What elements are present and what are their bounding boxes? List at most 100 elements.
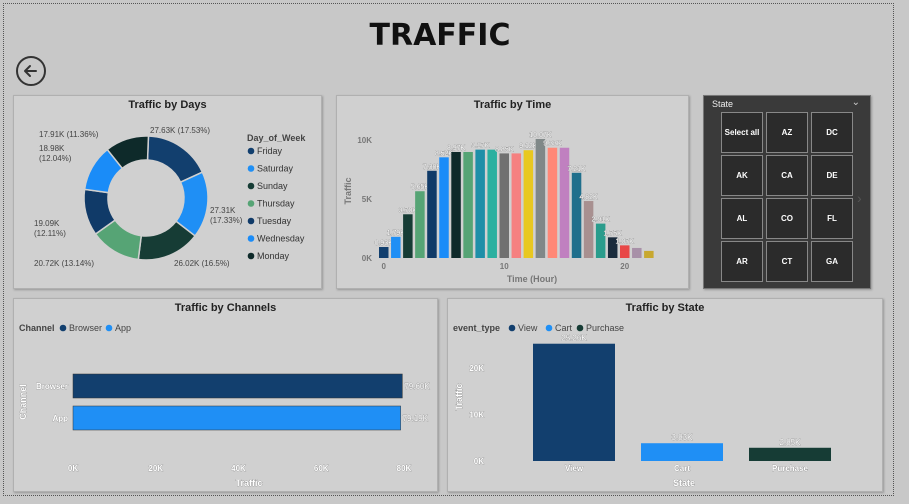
state-bar-cart — [641, 443, 723, 461]
legend-marker-tuesday — [247, 217, 255, 225]
legend-label-tuesday: Tuesday — [257, 216, 292, 226]
donut-data-label-line: 27.31K — [210, 206, 236, 215]
legend-label-app: App — [115, 323, 131, 333]
time-bar — [403, 214, 413, 258]
state-legend-title: event_type — [453, 323, 500, 333]
donut-data-label: 20.72K (13.14%) — [34, 259, 94, 268]
legend-label-monday: Monday — [257, 251, 290, 261]
donut-data-label-line: (12.04%) — [39, 154, 72, 163]
state-bar-chart: event_type View Cart Purchase 0K 10K 20K Traffi… — [453, 323, 831, 488]
back-arrow-icon — [24, 65, 37, 77]
time-bar — [451, 151, 461, 258]
slicer-tile-az[interactable]: AZ — [766, 112, 808, 153]
slicer-tile-select-all[interactable]: Select all — [721, 112, 763, 153]
donut-data-label-line: 26.02K (16.5%) — [174, 259, 230, 268]
time-bar-label: 2.91K — [592, 217, 611, 224]
traffic-by-channels-panel: Traffic by Channels Channel Browser App Bro… — [13, 298, 438, 492]
donut-data-label-line: (12.11%) — [34, 229, 66, 238]
slicer-title: State — [712, 99, 734, 109]
legend-marker-wednesday — [247, 235, 255, 242]
slicer-tile-al[interactable]: AL — [721, 198, 763, 239]
channel-category-label: Browser — [36, 382, 68, 391]
slicer-tile-ga[interactable]: GA — [811, 241, 853, 282]
legend-marker-sunday — [247, 182, 255, 190]
time-bar-label: 7.21K — [567, 166, 586, 173]
channel-bar-label: 79.19K — [403, 414, 429, 423]
slicer-tile-ct[interactable]: CT — [766, 241, 808, 282]
time-bar — [535, 138, 546, 258]
time-bar — [427, 170, 437, 258]
time-bar-label: 10.07K — [529, 132, 552, 139]
time-bar — [511, 153, 522, 258]
donut-data-label: 17.91K (11.36%) — [39, 130, 99, 139]
donut-data-label-line: 17.91K (11.36%) — [39, 130, 99, 139]
slicer-tile-ca[interactable]: CA — [766, 155, 808, 196]
state-y-tick: 10K — [469, 411, 484, 420]
legend-label-cart: Cart — [555, 323, 573, 333]
time-y-axis-label: Traffic — [343, 177, 353, 204]
slicer-tile-fl[interactable]: FL — [811, 198, 853, 239]
donut-data-label: 27.31K (17.33%) — [210, 206, 243, 225]
slicer-tile-ak[interactable]: AK — [721, 155, 763, 196]
state-bar-purchase — [749, 447, 831, 461]
legend-label-purchase: Purchase — [586, 323, 624, 333]
back-button[interactable] — [16, 56, 46, 86]
time-bar — [620, 245, 630, 258]
legend-marker-purchase — [576, 324, 584, 332]
chevron-right-icon[interactable]: › — [857, 190, 862, 206]
channels-x-tick: 80K — [397, 464, 412, 473]
time-bar — [415, 191, 425, 258]
channel-bar-browser — [72, 373, 403, 399]
time-x-tick: 20 — [620, 262, 629, 271]
state-bar-view — [533, 343, 615, 461]
slicer-tile-de[interactable]: DE — [811, 155, 853, 196]
state-x-tick: Cart — [674, 464, 690, 473]
time-bar — [547, 147, 558, 258]
time-y-tick: 10K — [357, 136, 372, 145]
state-x-axis-label: State — [673, 478, 695, 488]
legend-marker-browser — [59, 324, 67, 332]
channel-bar-label: 79.60K — [404, 382, 430, 391]
state-x-tick: View — [565, 464, 584, 473]
time-bar — [391, 236, 401, 258]
legend-marker-friday — [247, 147, 255, 155]
channels-x-tick: 60K — [314, 464, 329, 473]
slicer-tile-ar[interactable]: AR — [721, 241, 763, 282]
time-bar-label: 5.65K — [411, 184, 430, 191]
time-bar-label: 1.79K — [387, 230, 406, 237]
legend-label-friday: Friday — [257, 146, 283, 156]
channels-x-axis-label: Traffic — [235, 478, 262, 488]
legend-marker-view — [508, 324, 516, 332]
time-bar — [379, 247, 389, 258]
time-bar — [571, 172, 582, 258]
time-bar — [632, 247, 642, 258]
donut-data-label: 19.09K (12.11%) — [34, 219, 66, 238]
time-bar — [559, 147, 570, 258]
slicer-tile-co[interactable]: CO — [766, 198, 808, 239]
state-bar-label: 3.83K — [672, 433, 694, 442]
chevron-down-icon[interactable]: ⌄ — [852, 97, 860, 108]
slicer-tile-dc[interactable]: DC — [811, 112, 853, 153]
state-y-axis-label: Traffic — [454, 383, 464, 410]
time-bar-label: 1.75K — [604, 230, 623, 237]
days-donut-chart: 27.63K (17.53%) 27.31K (17.33%) 26.02K (16.… — [34, 126, 306, 268]
time-bar-label: 4.82K — [579, 194, 598, 201]
time-bar — [439, 157, 449, 258]
legend-label-wednesday: Wednesday — [257, 234, 305, 244]
time-bar — [523, 150, 534, 258]
legend-label-sunday: Sunday — [257, 181, 288, 191]
donut-data-label-line: 18.98K — [39, 144, 65, 153]
time-bar-chart: 0K 5K 10K Traffic 0.93K 1.79K 3.70K 5.65K 7.38K 8… — [343, 132, 654, 284]
state-bar-label: 25.26K — [561, 334, 587, 343]
time-x-tick: 10 — [500, 262, 509, 271]
legend-marker-saturday — [247, 165, 255, 172]
time-y-tick: 5K — [362, 195, 372, 204]
legend-label-browser: Browser — [69, 323, 102, 333]
time-bar-label: 3.70K — [399, 207, 418, 214]
channels-bar-chart: Channel Browser App Browser 79.60K App 79.19K C… — [18, 323, 431, 488]
legend-marker-monday — [247, 252, 255, 260]
donut-data-label-line: (17.33%) — [210, 216, 243, 225]
legend-label-saturday: Saturday — [257, 164, 294, 174]
time-bar-label: 9.17K — [471, 143, 490, 150]
channel-bar-app — [72, 405, 401, 431]
